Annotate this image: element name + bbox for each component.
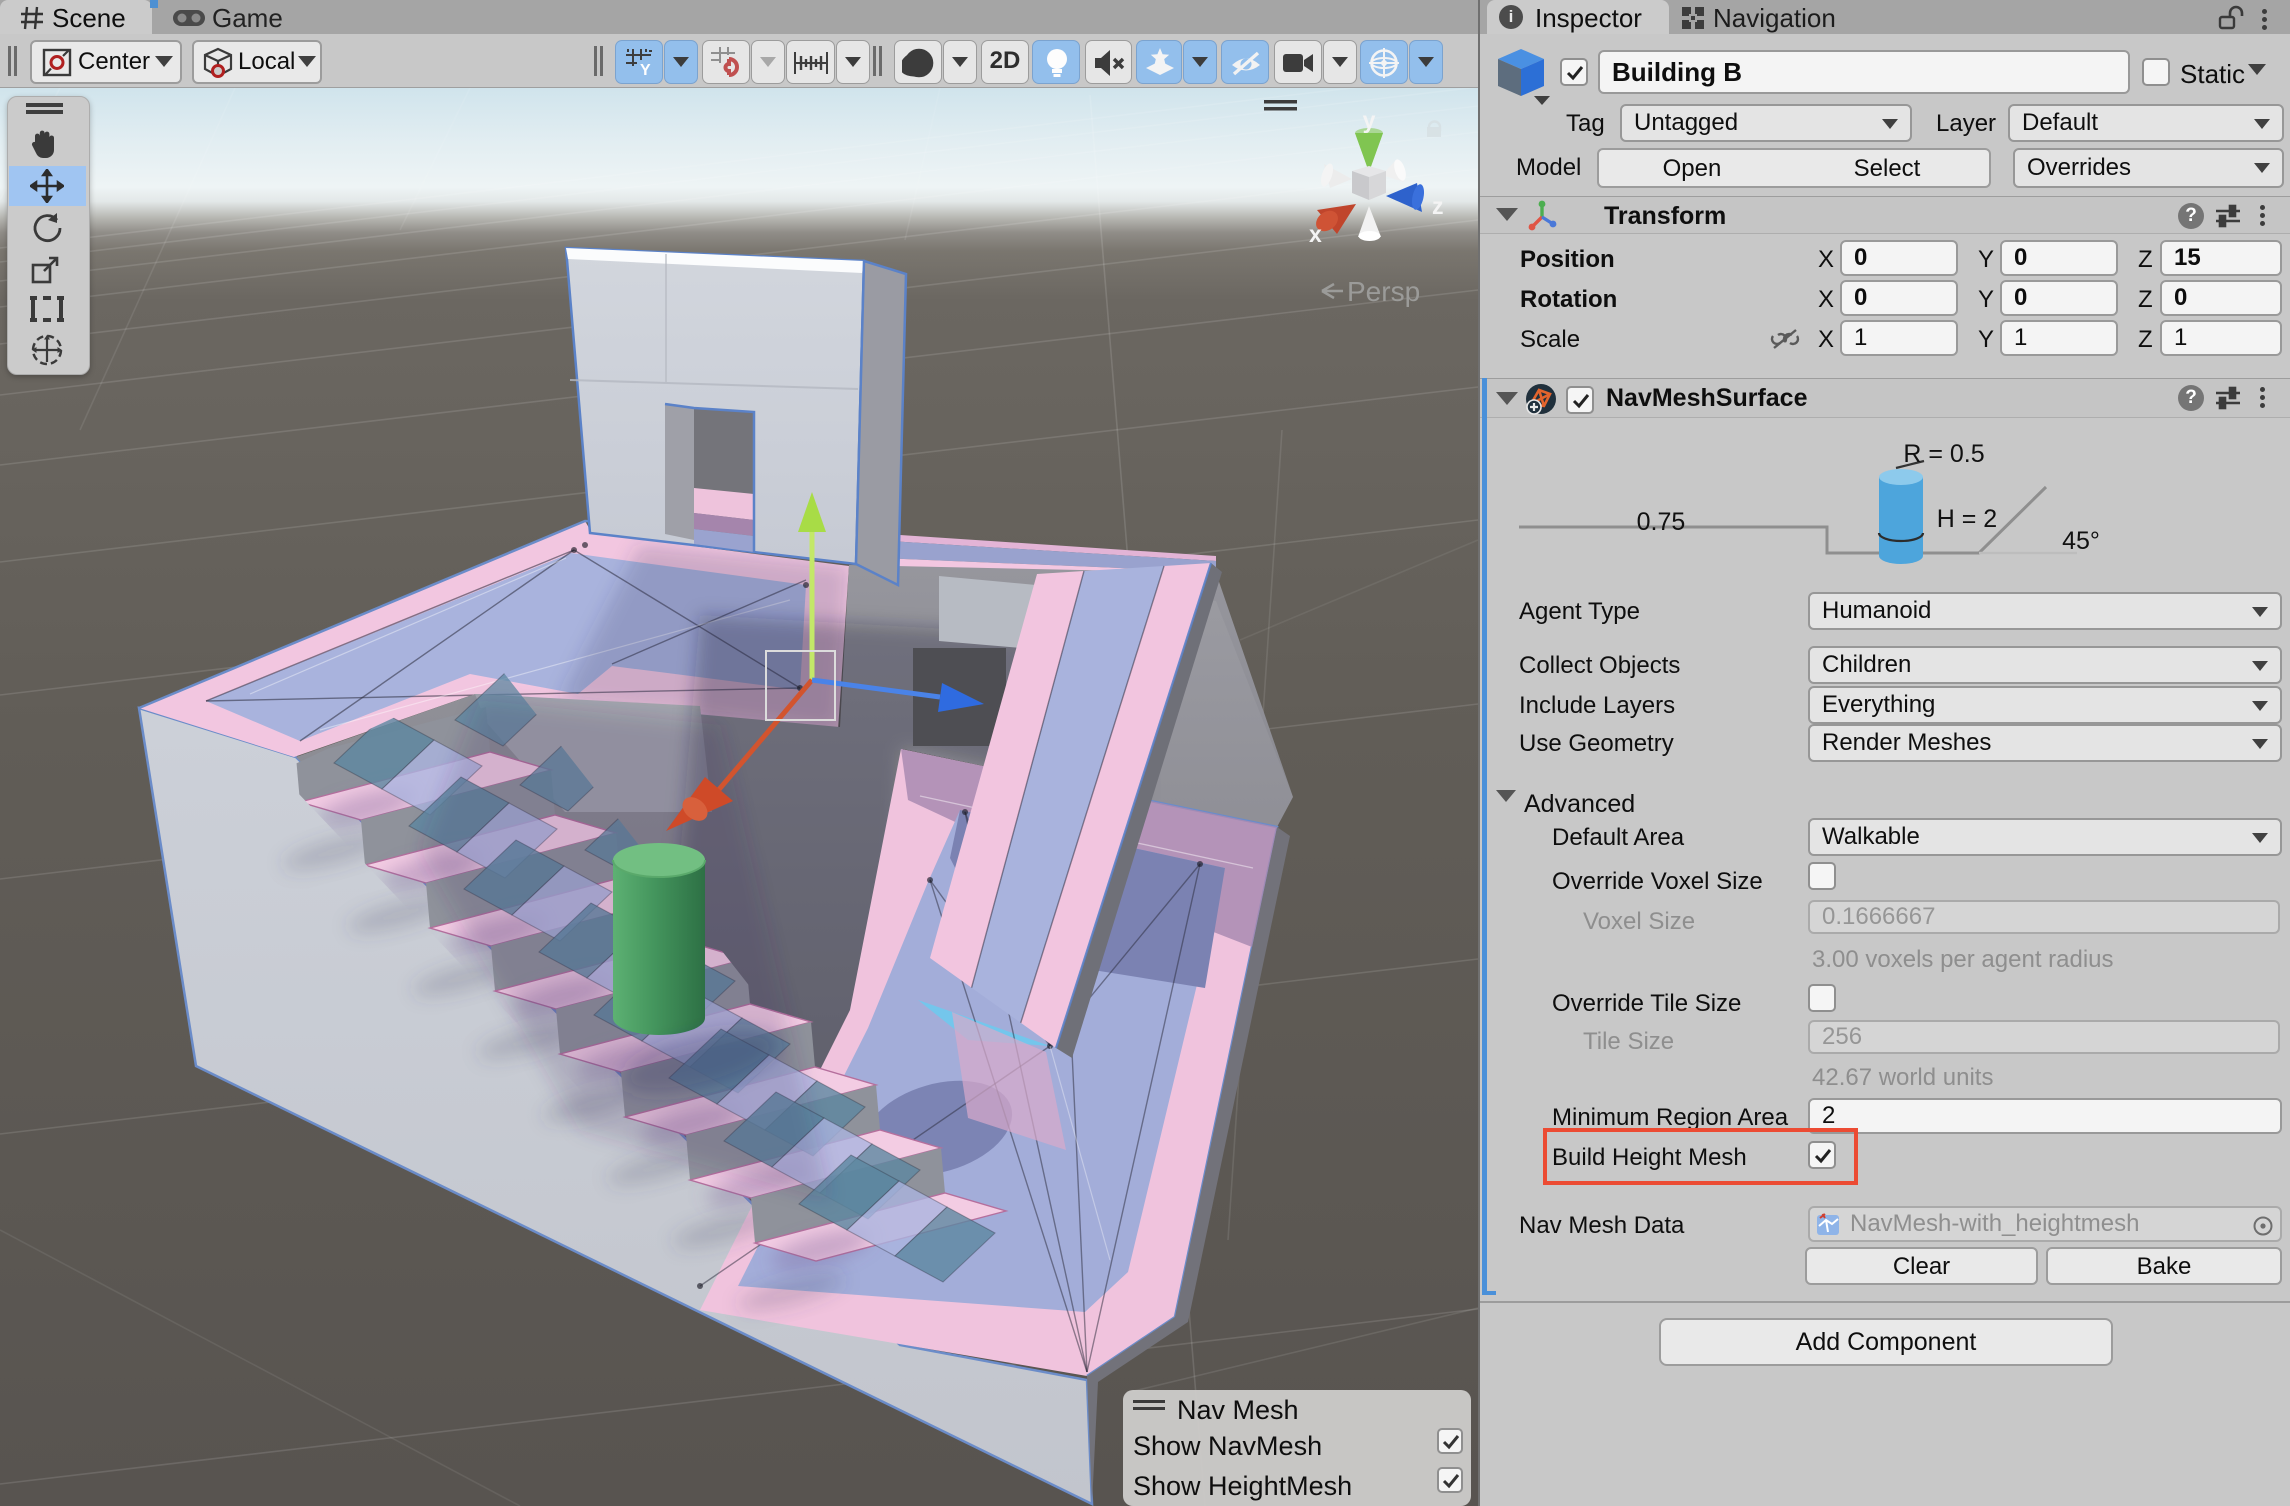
svg-text:R = 0.5: R = 0.5 xyxy=(1903,440,1984,468)
svg-text:0.75: 0.75 xyxy=(1637,508,1686,536)
svg-text:x: x xyxy=(1309,221,1322,247)
svg-text:Y: Y xyxy=(640,62,651,78)
svg-text:45°: 45° xyxy=(2062,527,2100,555)
svg-text:Persp: Persp xyxy=(1347,276,1420,307)
svg-text:H = 2: H = 2 xyxy=(1937,505,1997,533)
svg-text:y: y xyxy=(1363,107,1376,133)
svg-text:z: z xyxy=(1432,193,1444,219)
